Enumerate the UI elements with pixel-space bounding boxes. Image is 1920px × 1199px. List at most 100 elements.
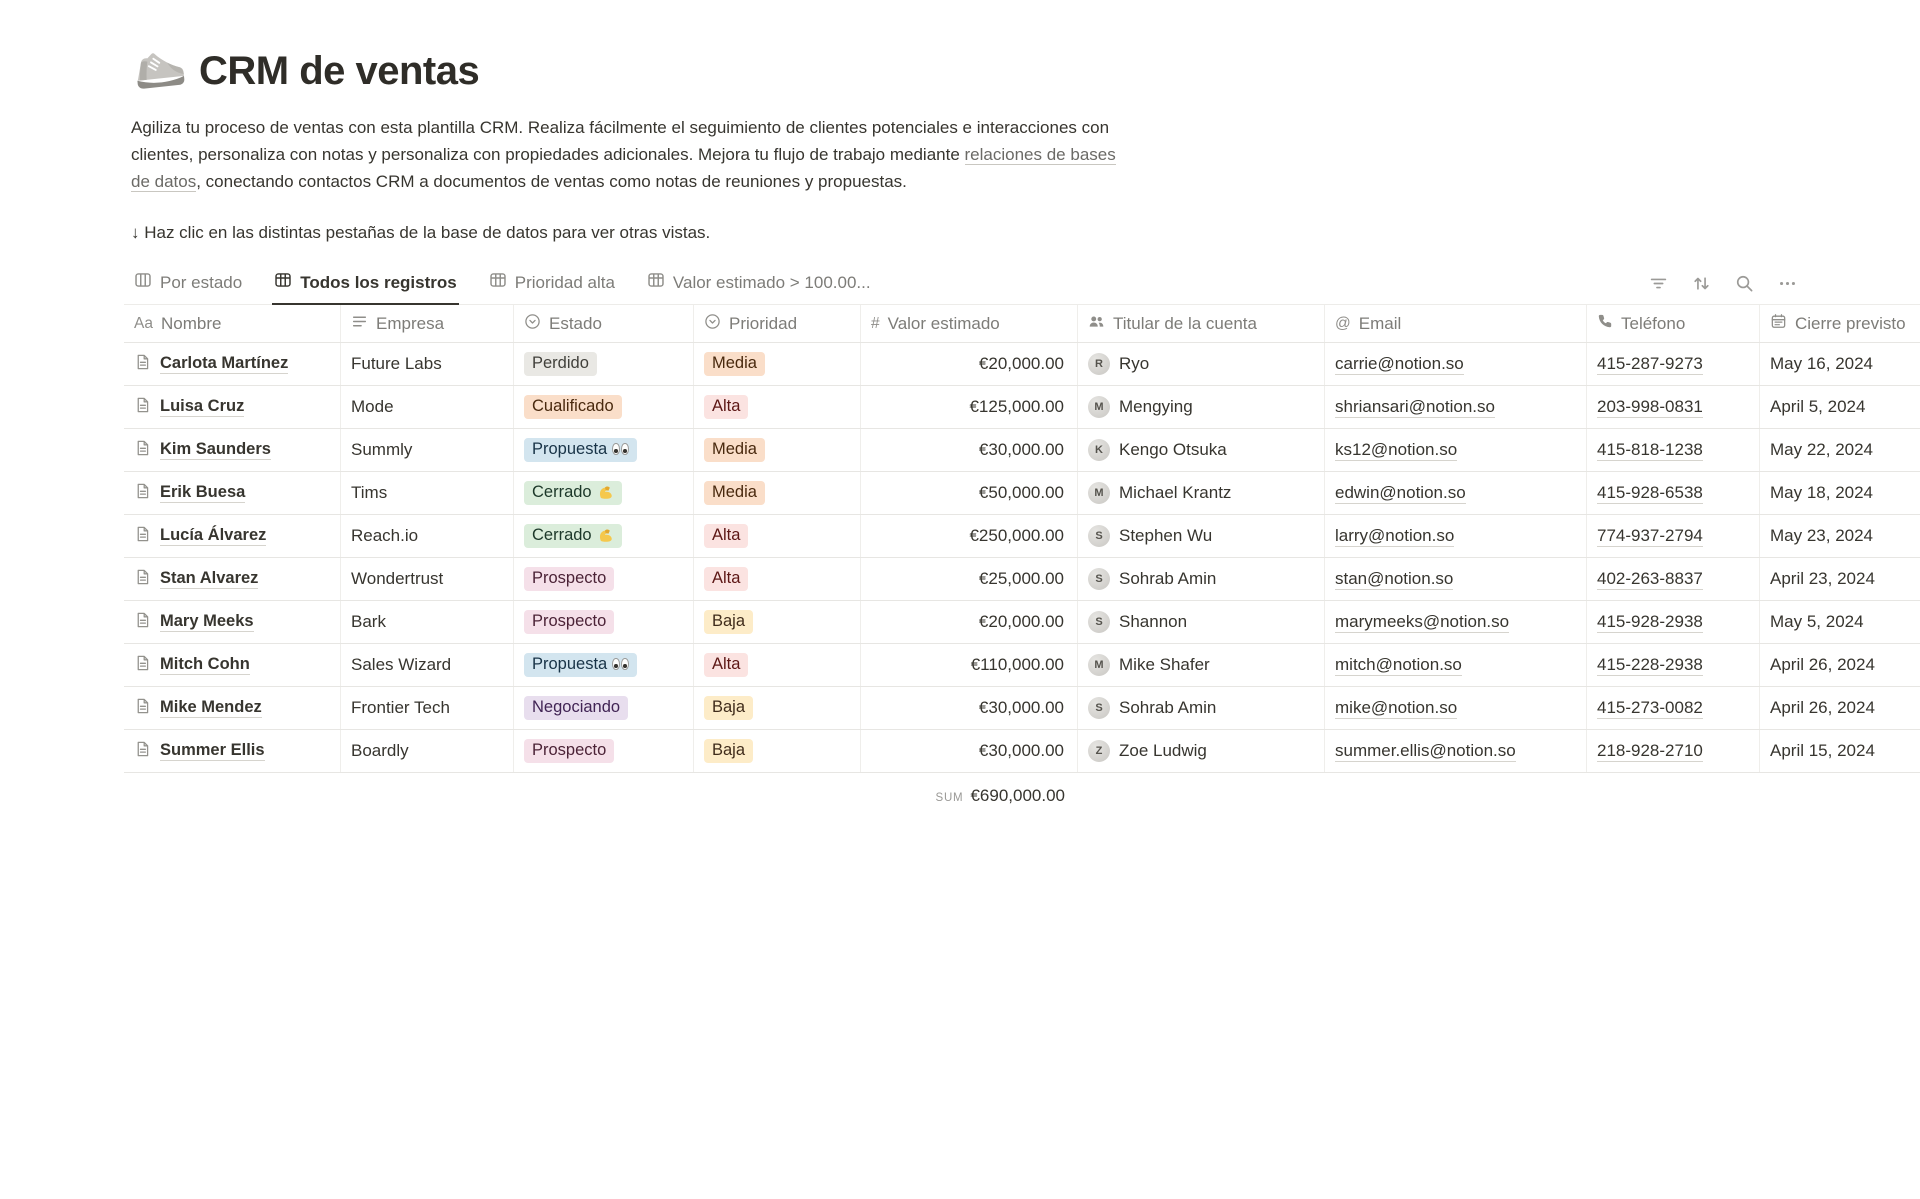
prioridad-cell[interactable]: Alta [694,644,861,686]
nombre-cell[interactable]: Mary Meeks [124,601,341,643]
telefono-cell[interactable]: 415-273-0082 [1587,687,1760,729]
phone-link[interactable]: 415-928-6538 [1597,483,1703,504]
contact-name-link[interactable]: Erik Buesa [160,483,245,503]
email-link[interactable]: mitch@notion.so [1335,655,1462,676]
prioridad-cell[interactable]: Baja [694,601,861,643]
titular-cell[interactable]: M Mengying [1078,386,1325,428]
sneaker-emoji[interactable] [131,44,185,98]
sort-button[interactable] [1692,274,1711,296]
email-cell[interactable]: ks12@notion.so [1325,429,1587,471]
telefono-cell[interactable]: 218-928-2710 [1587,730,1760,772]
telefono-cell[interactable]: 774-937-2794 [1587,515,1760,557]
valor-cell[interactable]: €30,000.00 [861,730,1078,772]
phone-link[interactable]: 415-818-1238 [1597,440,1703,461]
empresa-cell[interactable]: Summly [341,429,514,471]
telefono-cell[interactable]: 402-263-8837 [1587,558,1760,600]
titular-cell[interactable]: S Stephen Wu [1078,515,1325,557]
email-link[interactable]: summer.ellis@notion.so [1335,741,1516,762]
tab-prioridad-alta[interactable]: Prioridad alta [487,265,617,305]
cierre-cell[interactable]: May 22, 2024 [1760,429,1920,471]
nombre-cell[interactable]: Carlota Martínez [124,343,341,385]
phone-link[interactable]: 415-273-0082 [1597,698,1703,719]
table-row[interactable]: Mike Mendez Frontier Tech Negociando Baj… [124,687,1920,730]
cierre-cell[interactable]: April 26, 2024 [1760,644,1920,686]
prioridad-cell[interactable]: Media [694,429,861,471]
column-header-email[interactable]: @Email [1325,305,1587,342]
nombre-cell[interactable]: Luisa Cruz [124,386,341,428]
email-cell[interactable]: stan@notion.so [1325,558,1587,600]
estado-cell[interactable]: Prospecto [514,601,694,643]
cierre-cell[interactable]: May 16, 2024 [1760,343,1920,385]
titular-cell[interactable]: Z Zoe Ludwig [1078,730,1325,772]
tab-todos-los-registros[interactable]: Todos los registros [272,265,459,305]
phone-link[interactable]: 402-263-8837 [1597,569,1703,590]
valor-sum[interactable]: SUM €690,000.00 [861,786,1078,806]
titular-cell[interactable]: M Mike Shafer [1078,644,1325,686]
valor-cell[interactable]: €30,000.00 [861,687,1078,729]
phone-link[interactable]: 203-998-0831 [1597,397,1703,418]
phone-link[interactable]: 218-928-2710 [1597,741,1703,762]
prioridad-cell[interactable]: Media [694,472,861,514]
empresa-cell[interactable]: Bark [341,601,514,643]
cierre-cell[interactable]: April 23, 2024 [1760,558,1920,600]
column-header-estado[interactable]: Estado [514,305,694,342]
nombre-cell[interactable]: Stan Alvarez [124,558,341,600]
nombre-cell[interactable]: Lucía Álvarez [124,515,341,557]
prioridad-cell[interactable]: Alta [694,515,861,557]
prioridad-cell[interactable]: Alta [694,386,861,428]
phone-link[interactable]: 415-928-2938 [1597,612,1703,633]
email-link[interactable]: mike@notion.so [1335,698,1457,719]
contact-name-link[interactable]: Lucía Álvarez [160,526,266,546]
column-header-nombre[interactable]: AaNombre [124,305,341,342]
titular-cell[interactable]: R Ryo [1078,343,1325,385]
table-row[interactable]: Summer Ellis Boardly Prospecto Baja €30,… [124,730,1920,773]
contact-name-link[interactable]: Luisa Cruz [160,397,244,417]
empresa-cell[interactable]: Frontier Tech [341,687,514,729]
email-link[interactable]: edwin@notion.so [1335,483,1466,504]
estado-cell[interactable]: Negociando [514,687,694,729]
empresa-cell[interactable]: Wondertrust [341,558,514,600]
cierre-cell[interactable]: May 23, 2024 [1760,515,1920,557]
email-cell[interactable]: summer.ellis@notion.so [1325,730,1587,772]
valor-cell[interactable]: €30,000.00 [861,429,1078,471]
valor-cell[interactable]: €20,000.00 [861,601,1078,643]
email-cell[interactable]: larry@notion.so [1325,515,1587,557]
table-row[interactable]: Luisa Cruz Mode Cualificado Alta €125,00… [124,386,1920,429]
column-header-empresa[interactable]: Empresa [341,305,514,342]
email-link[interactable]: marymeeks@notion.so [1335,612,1509,633]
more-button[interactable] [1778,274,1797,296]
email-link[interactable]: carrie@notion.so [1335,354,1464,375]
empresa-cell[interactable]: Tims [341,472,514,514]
telefono-cell[interactable]: 415-928-2938 [1587,601,1760,643]
valor-cell[interactable]: €50,000.00 [861,472,1078,514]
table-row[interactable]: Lucía Álvarez Reach.io Cerrado Alta €250… [124,515,1920,558]
contact-name-link[interactable]: Mitch Cohn [160,655,250,675]
table-row[interactable]: Carlota Martínez Future Labs Perdido Med… [124,343,1920,386]
email-cell[interactable]: mitch@notion.so [1325,644,1587,686]
email-link[interactable]: shriansari@notion.so [1335,397,1495,418]
estado-cell[interactable]: Cerrado [514,472,694,514]
email-link[interactable]: larry@notion.so [1335,526,1454,547]
tab-valor-estimado[interactable]: Valor estimado > 100.00... [645,265,873,305]
email-link[interactable]: ks12@notion.so [1335,440,1457,461]
estado-cell[interactable]: Propuesta [514,644,694,686]
nombre-cell[interactable]: Erik Buesa [124,472,341,514]
phone-link[interactable]: 415-287-9273 [1597,354,1703,375]
empresa-cell[interactable]: Boardly [341,730,514,772]
valor-cell[interactable]: €125,000.00 [861,386,1078,428]
estado-cell[interactable]: Propuesta [514,429,694,471]
contact-name-link[interactable]: Mary Meeks [160,612,254,632]
estado-cell[interactable]: Prospecto [514,730,694,772]
empresa-cell[interactable]: Future Labs [341,343,514,385]
email-cell[interactable]: shriansari@notion.so [1325,386,1587,428]
prioridad-cell[interactable]: Baja [694,730,861,772]
contact-name-link[interactable]: Stan Alvarez [160,569,258,589]
column-header-prioridad[interactable]: Prioridad [694,305,861,342]
phone-link[interactable]: 774-937-2794 [1597,526,1703,547]
valor-cell[interactable]: €25,000.00 [861,558,1078,600]
nombre-cell[interactable]: Mike Mendez [124,687,341,729]
empresa-cell[interactable]: Sales Wizard [341,644,514,686]
column-header-telefono[interactable]: Teléfono [1587,305,1760,342]
valor-cell[interactable]: €250,000.00 [861,515,1078,557]
telefono-cell[interactable]: 415-228-2938 [1587,644,1760,686]
